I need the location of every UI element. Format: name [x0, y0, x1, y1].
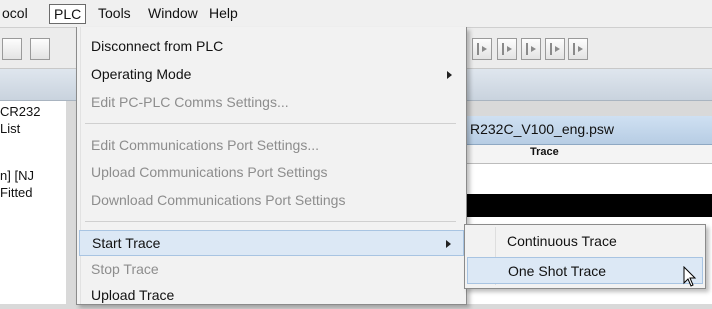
menu-item-start-trace[interactable]: Start Trace: [79, 230, 464, 256]
menu-plc[interactable]: PLC: [49, 4, 87, 24]
project-tree-panel: CR232 List n] [NJ Fitted: [0, 101, 66, 304]
menu-item-upload-trace[interactable]: Upload Trace: [79, 283, 464, 309]
chevron-right-icon: [447, 71, 452, 79]
menu-separator: [85, 123, 456, 124]
menu-item-label: Start Trace: [92, 235, 161, 251]
table-row: [466, 164, 712, 194]
tree-item[interactable]: n] [NJ: [0, 168, 34, 183]
menu-help[interactable]: Help: [205, 3, 242, 23]
column-header-trace: Trace: [530, 146, 559, 158]
tree-item[interactable]: Fitted: [0, 185, 33, 200]
tree-item[interactable]: CR232: [0, 104, 40, 119]
pointer-cursor-icon: [683, 266, 697, 287]
menu-item-label: Continuous Trace: [507, 233, 617, 249]
step-play-icon: [477, 43, 489, 55]
menu-separator: [85, 221, 456, 222]
step-play-icon: [573, 43, 585, 55]
toolbar-button-new[interactable]: [2, 38, 22, 60]
menu-item-upload-port: Upload Communications Port Settings: [79, 160, 464, 186]
step-play-icon: [550, 43, 562, 55]
menu-item-operating-mode[interactable]: Operating Mode: [79, 62, 464, 88]
menu-item-label: Edit Communications Port Settings...: [91, 137, 319, 153]
toolbar-button-print[interactable]: [30, 38, 50, 60]
toolbar-button-step-4[interactable]: [545, 38, 565, 60]
toolbar-button-step-2[interactable]: [497, 38, 517, 60]
toolbar-button-step-3[interactable]: [521, 38, 541, 60]
tree-item[interactable]: List: [0, 121, 20, 136]
document-tab[interactable]: R232C_V100_eng.psw: [466, 116, 712, 145]
step-play-icon: [526, 43, 538, 55]
menu-window[interactable]: Window: [144, 3, 202, 23]
menu-item-disconnect[interactable]: Disconnect from PLC: [79, 34, 464, 60]
trace-bar: [466, 194, 712, 217]
menu-item-label: Upload Communications Port Settings: [91, 164, 328, 180]
menu-bar: ocol PLC Tools Window Help: [0, 0, 712, 28]
menu-item-label: One Shot Trace: [508, 263, 607, 279]
menu-item-label: Operating Mode: [91, 66, 192, 82]
toolbar-button-step-5[interactable]: [568, 38, 588, 60]
menu-protocol[interactable]: ocol: [0, 3, 32, 23]
menu-item-continuous-trace[interactable]: Continuous Trace: [467, 228, 703, 255]
plc-dropdown-menu: Disconnect from PLC Operating Mode Edit …: [76, 27, 467, 305]
table-header: Trace: [466, 145, 712, 164]
menu-item-stop-trace: Stop Trace: [79, 257, 464, 283]
menu-item-label: Disconnect from PLC: [91, 38, 224, 54]
step-play-icon: [502, 43, 514, 55]
menu-item-download-port: Download Communications Port Settings: [79, 188, 464, 214]
menu-item-label: Upload Trace: [91, 287, 175, 303]
toolbar-button-step-1[interactable]: [472, 38, 492, 60]
menu-item-label: Stop Trace: [91, 261, 159, 277]
document-tab-title: R232C_V100_eng.psw: [470, 121, 614, 137]
menu-tools[interactable]: Tools: [94, 3, 135, 23]
menu-item-label: Download Communications Port Settings: [91, 192, 346, 208]
menu-item-edit-port: Edit Communications Port Settings...: [79, 133, 464, 159]
start-trace-submenu: Continuous Trace One Shot Trace: [464, 224, 706, 289]
menu-item-edit-comms: Edit PC-PLC Comms Settings...: [79, 90, 464, 116]
menu-item-label: Edit PC-PLC Comms Settings...: [91, 94, 289, 110]
menu-item-one-shot-trace[interactable]: One Shot Trace: [467, 257, 703, 284]
chevron-right-icon: [446, 240, 451, 248]
